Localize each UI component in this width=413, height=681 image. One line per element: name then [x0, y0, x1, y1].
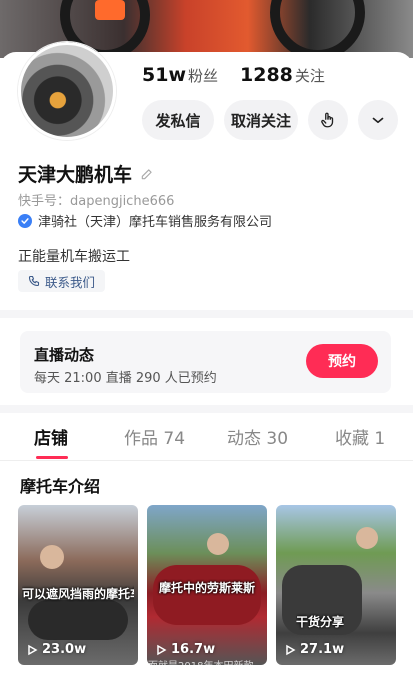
more-button[interactable]: [358, 100, 398, 140]
live-title: 直播动态: [34, 346, 95, 364]
following-stat[interactable]: 1288 关注: [240, 64, 325, 86]
play-icon: [157, 644, 167, 655]
chevron-down-icon: [372, 117, 384, 124]
contact-button[interactable]: 联系我们: [18, 270, 106, 292]
company-verification: 津骑社（天津）摩托车销售服务有限公司: [18, 211, 272, 230]
phone-icon: [28, 275, 40, 287]
play-icon: [28, 644, 38, 655]
unfollow-button[interactable]: 取消关注: [224, 100, 298, 140]
tab-active-indicator: [36, 456, 68, 459]
followers-count: 51w: [142, 64, 186, 86]
hand-pointer-icon: [321, 112, 334, 128]
message-button[interactable]: 发私信: [142, 100, 214, 140]
video-caption: 干货分享: [296, 615, 345, 629]
tab-moments[interactable]: 动态 30: [227, 424, 288, 449]
profile-stats: 51w 粉丝 1288 关注: [142, 64, 325, 86]
content-tabs: 店铺 作品 74 动态 30 收藏 1: [0, 424, 413, 459]
play-icon: [286, 644, 296, 655]
kuaishou-id: 快手号：dapengjiche666: [18, 194, 175, 209]
section-divider: [0, 405, 413, 413]
tab-favorites[interactable]: 收藏 1: [335, 424, 385, 449]
reserve-button[interactable]: 预约: [306, 344, 378, 378]
profile-bio: 正能量机车搬运工: [18, 249, 130, 265]
overlay-subtitle: 而就是2018年本田新款: [148, 661, 254, 672]
followers-stat[interactable]: 51w 粉丝: [142, 64, 218, 86]
cover-rim: [95, 0, 125, 20]
section-divider: [0, 310, 413, 318]
vehicle-shape: [28, 600, 128, 640]
live-card[interactable]: 直播动态 每天 21:00 直播 290 人已预约 预约: [20, 331, 391, 393]
video-card[interactable]: 可以遮风挡雨的摩托车 23.0w: [18, 505, 138, 665]
following-label: 关注: [294, 67, 325, 85]
video-caption: 摩托中的劳斯莱斯: [158, 581, 255, 595]
live-schedule: 每天 21:00 直播 290 人已预约: [34, 371, 217, 386]
video-card[interactable]: 干货分享 27.1w: [276, 505, 396, 665]
followers-label: 粉丝: [188, 67, 219, 85]
verified-check-icon: [18, 213, 32, 228]
person-shape: [356, 527, 378, 549]
video-views: 23.0w: [26, 642, 86, 657]
video-view-count: 16.7w: [171, 642, 216, 657]
video-view-count: 27.1w: [300, 642, 345, 657]
profile-actions: 发私信 取消关注: [142, 100, 398, 140]
section-title: 摩托车介绍: [20, 477, 101, 496]
video-card[interactable]: 摩托中的劳斯莱斯 16.7w: [147, 505, 267, 665]
tab-shop[interactable]: 店铺: [34, 424, 68, 449]
avatar[interactable]: [18, 42, 116, 140]
person-shape: [207, 533, 229, 555]
tabs-divider: [0, 460, 413, 461]
hand-button[interactable]: [308, 100, 348, 140]
profile-name: 天津大鹏机车: [18, 164, 133, 186]
video-caption: 可以遮风挡雨的摩托车: [22, 587, 134, 601]
pencil-icon[interactable]: [140, 167, 154, 181]
contact-label: 联系我们: [45, 274, 96, 290]
video-view-count: 23.0w: [42, 642, 87, 657]
video-views: 27.1w: [284, 642, 344, 657]
profile-name-row: 天津大鹏机车: [18, 160, 154, 187]
cover-wheel-rear: [270, 0, 365, 58]
person-shape: [40, 545, 64, 569]
tab-works[interactable]: 作品 74: [124, 424, 185, 449]
following-count: 1288: [240, 64, 293, 86]
company-name: 津骑社（天津）摩托车销售服务有限公司: [38, 215, 273, 230]
video-views: 16.7w: [155, 642, 215, 657]
